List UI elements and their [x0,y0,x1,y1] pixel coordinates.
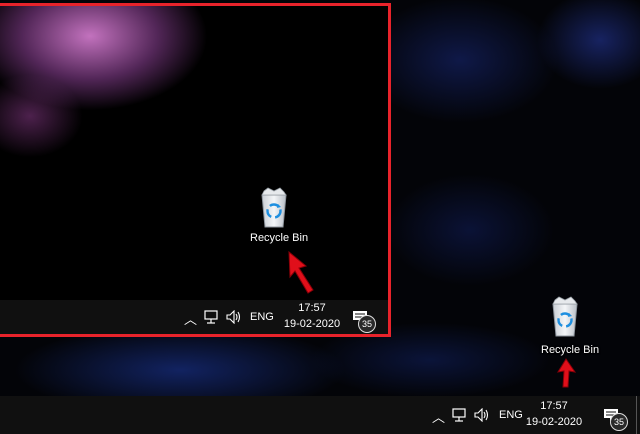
zoomed-desktop-inset: Recycle Bin ︿ ENG 17:57 19-02-2020 35 [0,3,391,337]
volume-icon[interactable] [226,310,242,324]
notification-count-badge: 35 [610,413,628,431]
network-icon[interactable] [204,310,220,324]
clock-date: 19-02-2020 [283,318,341,330]
red-arrow-annotation [288,250,314,294]
input-language[interactable]: ENG [499,409,523,421]
chevron-up-icon[interactable]: ︿ [432,407,445,426]
notification-count-badge: 35 [358,315,376,333]
recycle-bin-icon[interactable] [254,187,294,229]
red-arrow-annotation [556,358,577,388]
recycle-bin-icon[interactable] [545,296,585,338]
clock[interactable]: 17:57 19-02-2020 [524,400,584,428]
volume-icon[interactable] [474,408,490,422]
clock-date: 19-02-2020 [525,416,583,428]
chevron-up-icon[interactable]: ︿ [184,309,197,328]
taskbar: ︿ ENG 17:57 19-02-2020 35 [0,396,640,434]
clock[interactable]: 17:57 19-02-2020 [282,302,342,330]
clock-time: 17:57 [298,302,326,314]
input-language[interactable]: ENG [250,311,274,323]
show-desktop-button[interactable] [636,396,640,434]
recycle-bin-label: Recycle Bin [541,344,600,356]
desktop: Recycle Bin ︿ ENG 17:57 19-02-2020 35 Re… [0,0,640,434]
recycle-bin-label: Recycle Bin [250,232,309,244]
clock-time: 17:57 [540,400,568,412]
network-icon[interactable] [452,408,468,422]
inset-taskbar: ︿ ENG 17:57 19-02-2020 35 [0,300,388,334]
